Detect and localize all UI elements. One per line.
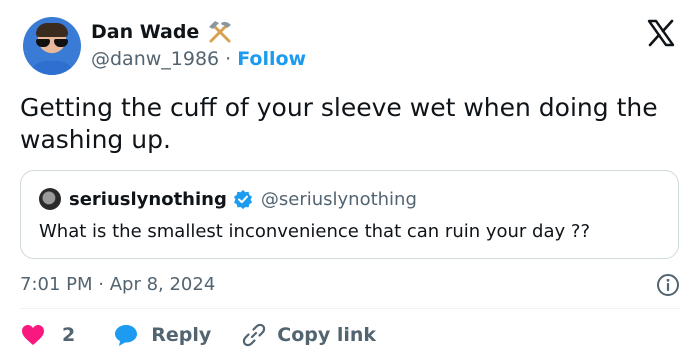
avatar[interactable] [23,17,81,75]
tweet-time: 7:01 PM [20,274,93,295]
link-icon [243,323,266,347]
author-display-name[interactable]: Dan Wade [91,21,199,43]
quoted-author-row: seriuslynothing @seriuslynothing [39,188,417,210]
tweet-date: Apr 8, 2024 [109,274,216,295]
copy-link-label: Copy link [277,324,377,346]
like-button[interactable]: 2 [20,322,75,348]
quoted-avatar[interactable] [39,188,61,210]
author-handle[interactable]: @danw_1986 [91,48,219,70]
separator-dot: · [225,48,232,70]
action-bar: 2 Reply Copy link [20,320,376,350]
quoted-tweet-card[interactable]: seriuslynothing @seriuslynothing What is… [20,170,679,259]
verified-badge-icon [233,190,252,209]
like-count: 2 [62,324,76,346]
x-logo-icon[interactable] [646,18,676,48]
tweet-timestamp[interactable]: 7:01 PM · Apr 8, 2024 [20,274,215,295]
reply-bubble-icon [115,325,138,346]
copy-link-button[interactable]: Copy link [241,322,376,348]
author-handle-row: @danw_1986 · Follow [91,48,306,70]
heart-icon [22,325,44,345]
tweet-header: Dan Wade @danw_1986 · Follow [20,14,680,80]
timestamp-separator: · [92,274,110,295]
author-name-row: Dan Wade [91,19,233,45]
reply-label: Reply [151,324,212,346]
quoted-tweet-text: What is the smallest inconvenience that … [39,221,590,242]
quoted-display-name[interactable]: seriuslynothing [69,189,227,210]
hammer-and-pick-icon [209,21,232,43]
action-divider [20,308,680,309]
tweet-text: Getting the cuff of your sleeve wet when… [20,93,658,154]
info-icon[interactable] [656,273,680,297]
quoted-handle[interactable]: @seriuslynothing [261,189,417,210]
reply-button[interactable]: Reply [113,322,211,348]
follow-button[interactable]: Follow [237,48,306,70]
